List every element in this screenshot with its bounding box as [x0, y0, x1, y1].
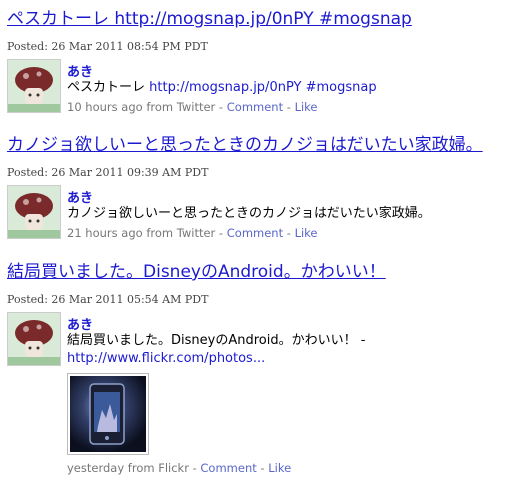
mushroom-avatar-icon: [8, 186, 60, 238]
post-body: カノジョ欲しいーと思ったときのカノジョはだいたい家政婦。: [67, 205, 431, 223]
like-link[interactable]: Like: [295, 100, 318, 114]
post-meta: yesterday from Flickr - Comment - Like: [67, 461, 291, 475]
separator: -: [283, 100, 295, 114]
like-link[interactable]: Like: [295, 226, 318, 240]
avatar[interactable]: [7, 185, 61, 239]
post-time: yesterday from Flickr: [67, 461, 189, 475]
separator: -: [215, 226, 227, 240]
posted-date: Posted: 26 Mar 2011 08:54 PM PDT: [7, 40, 208, 53]
phone-photo-icon: [89, 383, 125, 445]
mushroom-avatar-icon: [8, 313, 60, 365]
comment-link[interactable]: Comment: [227, 100, 283, 114]
separator: -: [215, 100, 227, 114]
post-body-text: カノジョ欲しいーと思ったときのカノジョはだいたい家政婦。: [67, 206, 431, 221]
comment-link[interactable]: Comment: [227, 226, 283, 240]
post-title-link[interactable]: ペスカトーレ http://mogsnap.jp/0nPY #mogsnap: [7, 8, 412, 30]
post-body: ペスカトーレ http://mogsnap.jp/0nPY #mogsnap: [67, 79, 377, 97]
post-title-link[interactable]: カノジョ欲しいーと思ったときのカノジョはだいたい家政婦。: [7, 134, 483, 156]
user-name-link[interactable]: あき: [67, 314, 93, 333]
separator: -: [188, 461, 201, 475]
separator: -: [256, 461, 269, 475]
comment-link[interactable]: Comment: [200, 461, 256, 475]
phone-photo-image: [70, 376, 146, 452]
post-meta: 10 hours ago from Twitter - Comment - Li…: [67, 100, 318, 114]
user-name-link[interactable]: あき: [67, 187, 93, 206]
separator: -: [283, 226, 295, 240]
post-time: 10 hours ago from Twitter: [67, 100, 216, 114]
post-body-link[interactable]: http://www.flickr.com/photos...: [67, 351, 265, 366]
like-link[interactable]: Like: [268, 461, 291, 475]
photo-thumbnail[interactable]: [67, 373, 149, 455]
post-body-link[interactable]: http://mogsnap.jp/0nPY #mogsnap: [149, 80, 376, 95]
post-body-text: 結局買いました。DisneyのAndroid。かわいい！ -: [67, 333, 366, 348]
post-title-link[interactable]: 結局買いました。DisneyのAndroid。かわいい！: [7, 261, 386, 283]
posted-date: Posted: 26 Mar 2011 05:54 AM PDT: [7, 293, 209, 306]
avatar[interactable]: [7, 59, 61, 113]
post-time: 21 hours ago from Twitter: [67, 226, 216, 240]
post-body-text: ペスカトーレ: [67, 80, 150, 95]
user-name-link[interactable]: あき: [67, 61, 93, 80]
post-body: 結局買いました。DisneyのAndroid。かわいい！ - http://ww…: [67, 332, 365, 368]
post-meta: 21 hours ago from Twitter - Comment - Li…: [67, 226, 318, 240]
mushroom-avatar-icon: [8, 60, 60, 112]
avatar[interactable]: [7, 312, 61, 366]
posted-date: Posted: 26 Mar 2011 09:39 AM PDT: [7, 166, 209, 179]
